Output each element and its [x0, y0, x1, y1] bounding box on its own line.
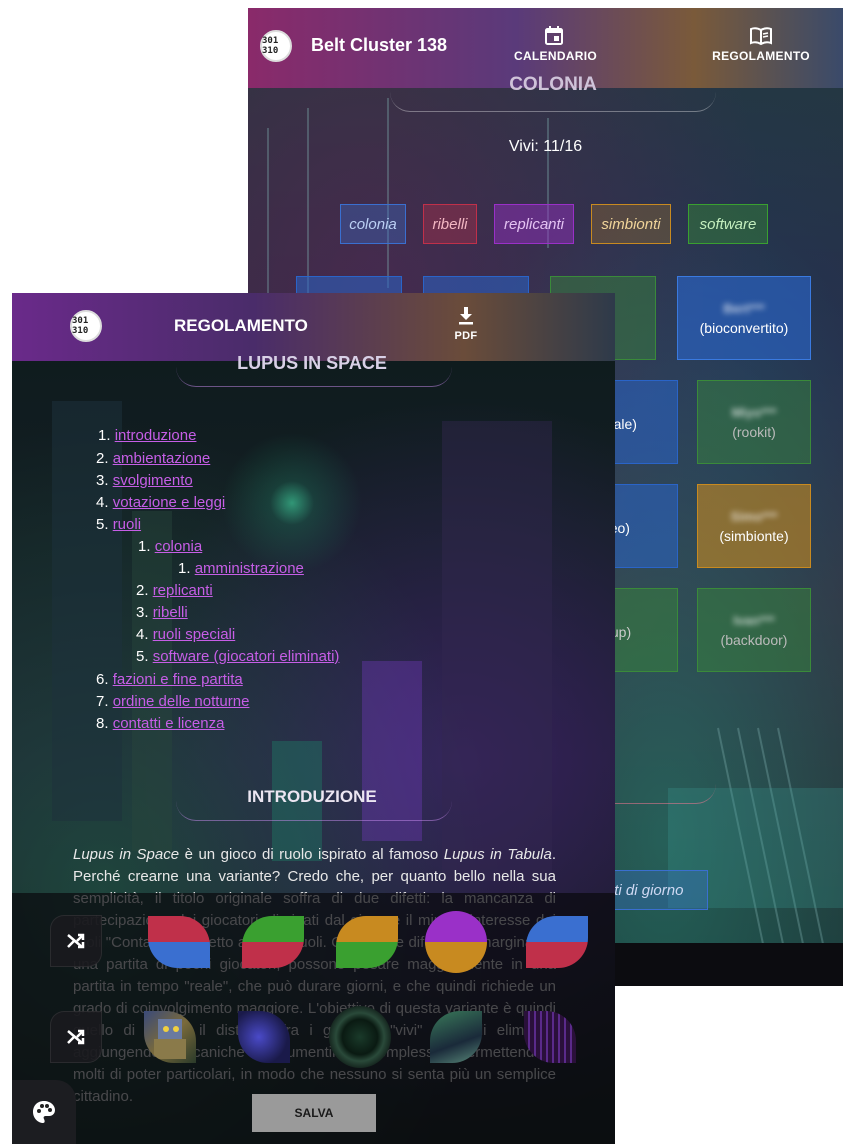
- toc-item[interactable]: 3. svolgimento: [96, 472, 193, 489]
- filter-replicanti[interactable]: replicanti: [494, 204, 574, 244]
- table-of-contents: 1. introduzione 2. ambientazione 3. svol…: [12, 293, 615, 753]
- filter-software[interactable]: software: [688, 204, 768, 244]
- toc-item[interactable]: 2. ambientazione: [96, 450, 210, 467]
- filter-ribelli[interactable]: ribelli: [423, 204, 477, 244]
- book-icon: [750, 27, 772, 46]
- nav-calendar[interactable]: CALENDARIO: [514, 26, 597, 63]
- filter-colonia[interactable]: colonia: [340, 204, 406, 244]
- app-title[interactable]: Belt Cluster 138: [311, 35, 447, 56]
- nav-rules[interactable]: REGOLAMENTO: [706, 26, 816, 63]
- player-card[interactable]: Ivan*** (backdoor): [697, 588, 811, 672]
- rules-window: 301 310 REGOLAMENTO PDF LUPUS IN SPACE 1…: [12, 293, 615, 1144]
- swatch-bottom: [148, 942, 210, 968]
- player-role: (rookit): [732, 423, 776, 440]
- logo-text: 301 310: [262, 36, 279, 56]
- background-thumbnail-selected[interactable]: [329, 1006, 391, 1068]
- toc-item[interactable]: 5. software (giocatori eliminati): [136, 648, 339, 665]
- palette-icon: [33, 1101, 55, 1123]
- background-thumbnail[interactable]: [144, 1011, 196, 1063]
- player-name: Bert***: [723, 300, 765, 316]
- shuffle-icon: [67, 1029, 85, 1045]
- player-card[interactable]: Miyo*** (rookit): [697, 380, 811, 464]
- color-swatch[interactable]: [336, 916, 398, 968]
- toc-item[interactable]: 5. ruoli: [96, 516, 141, 533]
- alive-count: Vivi: 11/16: [508, 138, 583, 155]
- shuffle-icon: [67, 933, 85, 949]
- swatch-top: [425, 911, 487, 942]
- player-name: Ivan***: [733, 612, 775, 628]
- swatch-bottom: [242, 942, 304, 968]
- toc-item[interactable]: 8. contatti e licenza: [96, 715, 224, 732]
- nav-rules-label: REGOLAMENTO: [712, 49, 810, 63]
- toc-item[interactable]: 6. fazioni e fine partita: [96, 671, 243, 688]
- toc-item[interactable]: 4. ruoli speciali: [136, 626, 235, 643]
- save-button[interactable]: SALVA: [252, 1094, 376, 1132]
- swatch-top: [526, 916, 588, 942]
- swatch-top: [336, 916, 398, 942]
- nav-calendar-label: CALENDARIO: [514, 49, 597, 63]
- theme-picker: SALVA: [12, 893, 615, 1144]
- color-swatch[interactable]: [242, 916, 304, 968]
- swatch-bottom: [336, 942, 398, 968]
- toc-item[interactable]: 3. ribelli: [136, 604, 188, 621]
- app-logo[interactable]: 301 310: [260, 30, 292, 62]
- background-thumbnail[interactable]: [430, 1011, 482, 1063]
- intro-title-underline: [176, 773, 452, 821]
- robot-icon: [154, 1019, 186, 1059]
- title-underline: [390, 88, 716, 112]
- swatch-bottom: [425, 942, 487, 973]
- calendar-icon: [545, 26, 563, 45]
- toc-item[interactable]: 1. colonia: [138, 538, 202, 555]
- background-thumbnail[interactable]: [238, 1011, 290, 1063]
- toc-item[interactable]: 1. amministrazione: [178, 560, 304, 577]
- theme-toggle-button[interactable]: [12, 1080, 76, 1144]
- background-thumbnail[interactable]: [524, 1011, 576, 1063]
- player-role: (backdoor): [720, 631, 788, 648]
- toc-item[interactable]: 1. introduzione: [98, 427, 196, 444]
- toc-item[interactable]: 4. votazione e leggi: [96, 494, 225, 511]
- color-swatch-selected[interactable]: [425, 911, 487, 973]
- shuffle-colors-button[interactable]: [50, 915, 102, 967]
- player-card[interactable]: Bert*** (bioconvertito): [677, 276, 811, 360]
- player-card[interactable]: Simo*** (simbionte): [697, 484, 811, 568]
- color-swatch[interactable]: [148, 916, 210, 968]
- swatch-bottom: [526, 942, 588, 968]
- player-role: (bioconvertito): [699, 319, 789, 336]
- toc-item[interactable]: 7. ordine delle notturne: [96, 693, 249, 710]
- shuffle-backgrounds-button[interactable]: [50, 1011, 102, 1063]
- filter-simbionti[interactable]: simbionti: [591, 204, 671, 244]
- swatch-top: [148, 916, 210, 942]
- toc-item[interactable]: 2. replicanti: [136, 582, 213, 599]
- color-swatch[interactable]: [526, 916, 588, 968]
- player-role: (simbionte): [719, 527, 789, 544]
- player-name: Miyo***: [731, 404, 777, 420]
- player-name: Simo***: [730, 508, 778, 524]
- swatch-top: [242, 916, 304, 942]
